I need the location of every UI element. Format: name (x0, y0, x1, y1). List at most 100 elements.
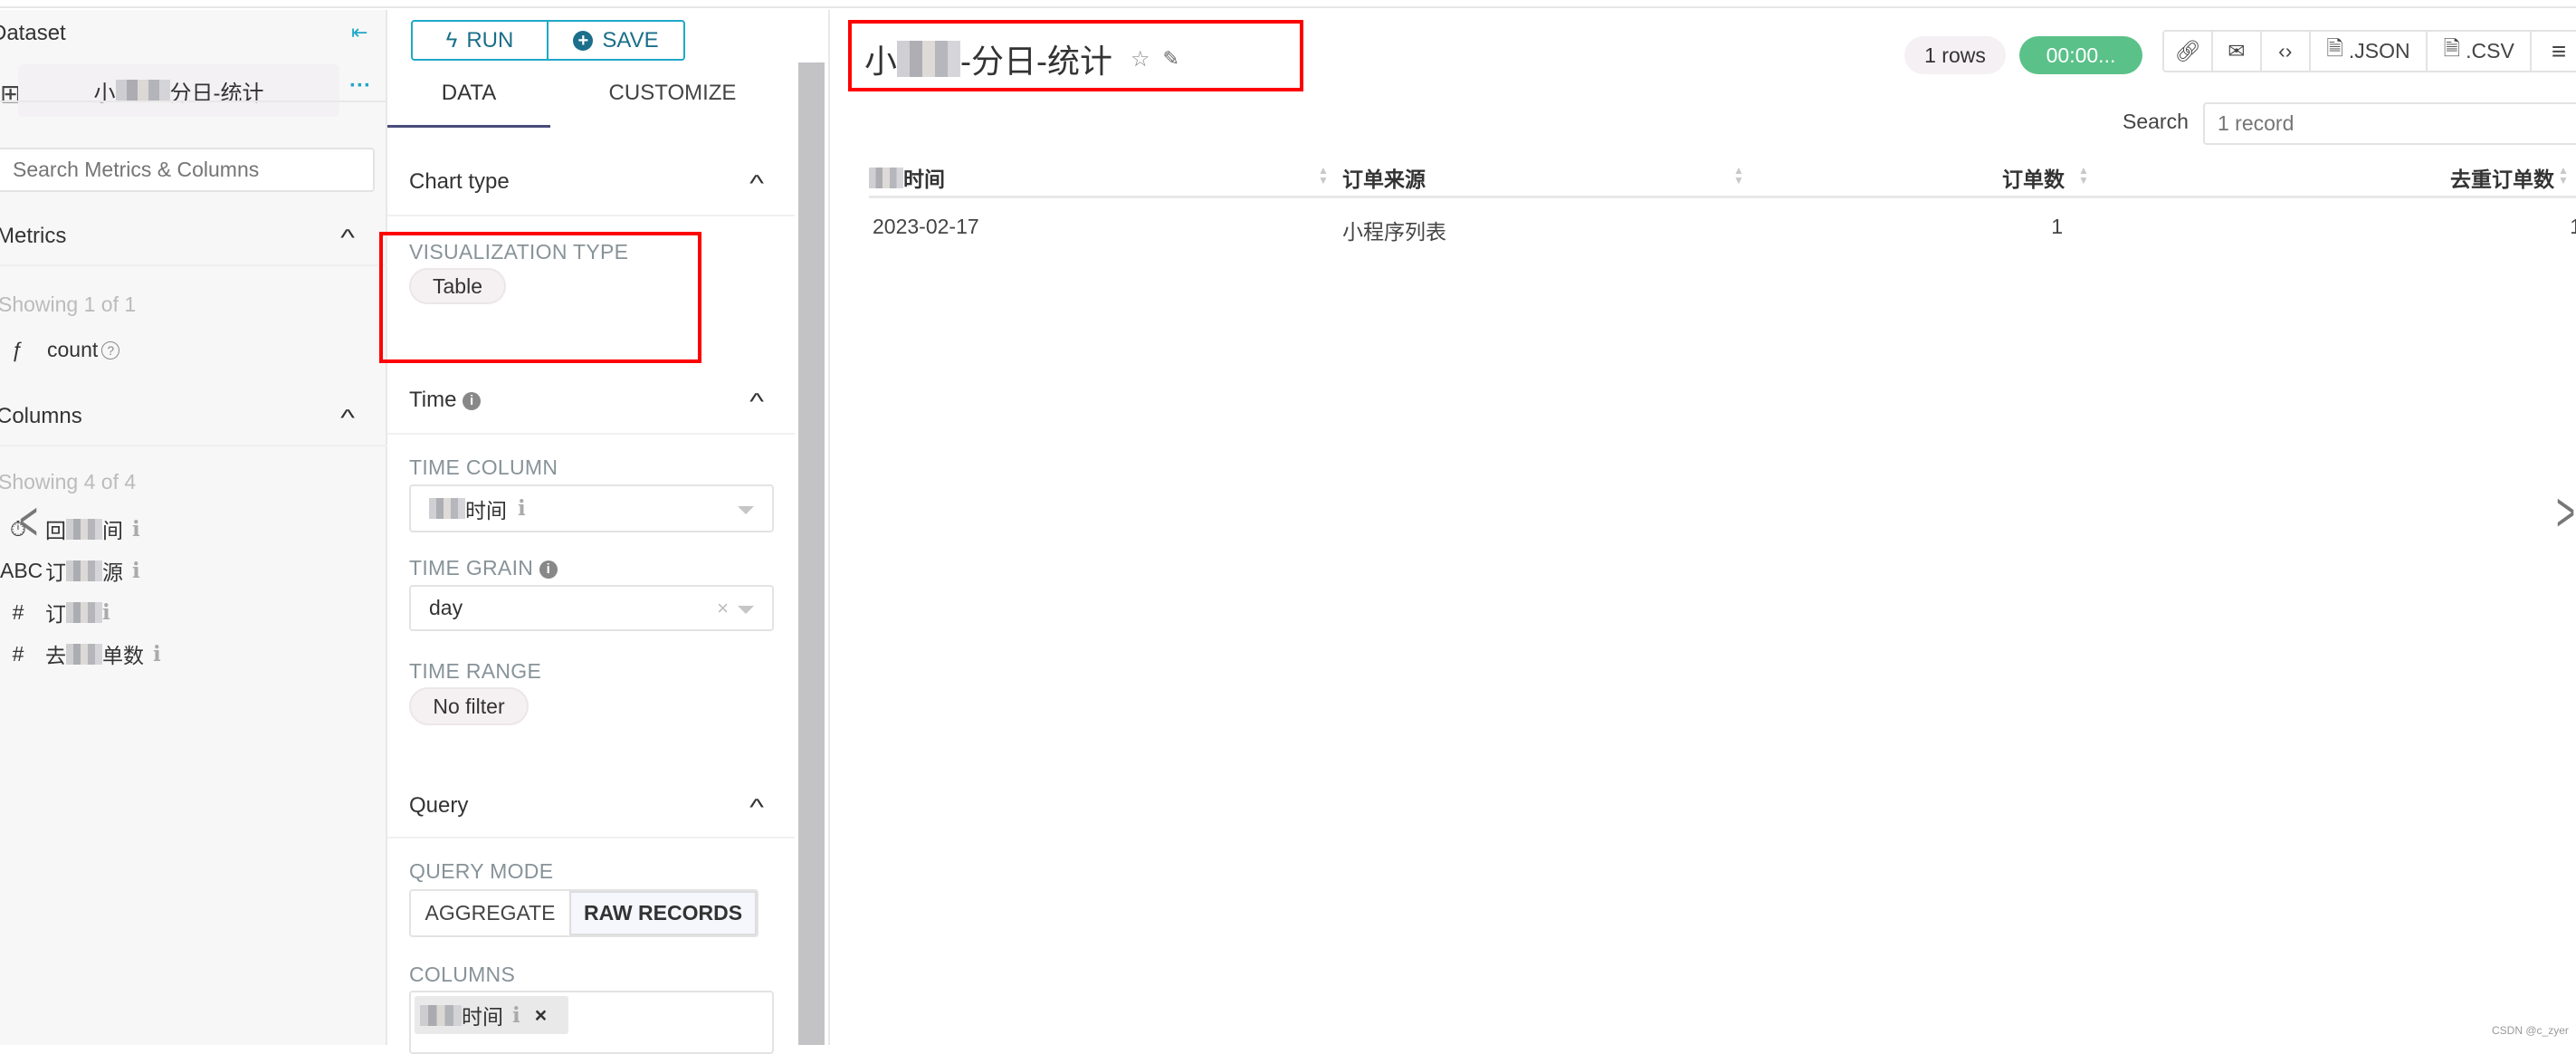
cell-orders: 1 (2051, 215, 2063, 238)
time-range-label: TIME RANGE (409, 659, 542, 683)
cell-source: 小程序列表 (1342, 220, 1446, 244)
redacted (66, 643, 102, 665)
menu-button[interactable]: ≡ (2532, 32, 2576, 71)
dropdown-caret-icon (738, 605, 754, 614)
column-header-orders[interactable]: 订单数 (2002, 162, 2065, 193)
redacted (420, 1004, 462, 1026)
search-metrics-input[interactable] (0, 148, 375, 192)
column-name-start: 去 (45, 644, 66, 667)
info-icon: i (512, 1002, 520, 1028)
time-grain-select[interactable]: day × (409, 585, 774, 631)
embed-code-button[interactable]: ‹› (2262, 32, 2311, 71)
column-header-distinct-orders[interactable]: 去重订单数 (2450, 162, 2554, 193)
dataset-name[interactable]: 小分日-统计 (18, 64, 339, 117)
sort-icon[interactable]: ▲ ▼ (1318, 165, 1329, 186)
redacted (66, 518, 102, 540)
csv-label: .CSV (2466, 39, 2514, 62)
columns-collapse-icon[interactable]: ^ (340, 404, 355, 432)
sort-icon[interactable]: ▲ ▼ (1733, 165, 1744, 186)
dataset-panel: Dataset ⇤ ⊞ 小分日-统计 ··· Metrics ^ Showing… (0, 10, 387, 1045)
time-column-select[interactable]: 时间 i (409, 484, 774, 532)
divider (387, 837, 795, 838)
hamburger-icon: ≡ (2551, 36, 2567, 65)
redacted (115, 80, 170, 101)
chart-panel: 小 -分日-统计 ☆ ✎ 1 rows 00:00... 🔗︎ ✉︎ ‹› 🗎︎.… (830, 10, 2576, 1045)
column-item[interactable]: ABC 订 源 i (0, 555, 161, 586)
string-type-icon: ABC (0, 558, 43, 582)
chart-type-title: Chart type (409, 169, 510, 194)
info-icon: i (518, 496, 526, 521)
export-csv-button[interactable]: 🗎︎ .CSV (2428, 32, 2533, 71)
title-prefix: 小 (864, 43, 898, 80)
metric-item[interactable]: ƒ count ? (11, 338, 120, 362)
more-options-icon[interactable]: ··· (349, 73, 371, 99)
info-icon: i (463, 391, 482, 410)
column-name-end: 单数 (102, 644, 144, 667)
time-title: Time (409, 388, 457, 412)
cell-distinct-orders: 1 (2570, 215, 2576, 238)
sort-icon[interactable]: ▲ ▼ (2558, 165, 2569, 186)
star-icon[interactable]: ☆ (1131, 46, 1150, 72)
column-item[interactable]: # 去 单数 i (0, 638, 161, 669)
dataset-label: Dataset (0, 21, 66, 45)
redacted (66, 560, 102, 581)
time-collapse-icon[interactable]: ^ (749, 388, 764, 416)
column-name-start: 订 (45, 561, 66, 584)
table-row: 2023-02-17 小程序列表 1 1 (869, 207, 2576, 247)
link-button[interactable]: 🔗︎ (2164, 32, 2213, 71)
table-search-input[interactable] (2203, 102, 2576, 145)
info-icon: i (153, 641, 161, 666)
column-name-start: 回 (45, 519, 66, 542)
redacted (429, 498, 465, 519)
divider (0, 445, 387, 446)
table-header: 时间 ▲ ▼ 订单来源 ▲ ▼ 订单数 ▲ ▼ 去重订单数 ▲ ▼ (869, 162, 2576, 198)
watermark: CSDN @c_zyer (2492, 1024, 2569, 1037)
query-collapse-icon[interactable]: ^ (749, 793, 764, 821)
numeric-type-icon: # (12, 599, 24, 624)
column-header-source[interactable]: 订单来源 (1342, 162, 1426, 193)
time-column-label: TIME COLUMN (409, 455, 558, 479)
column-chip: 时间 i × (415, 996, 568, 1034)
chart-type-collapse-icon[interactable]: ^ (749, 169, 764, 197)
visualization-type-button[interactable]: Table (409, 268, 506, 304)
carousel-next-icon[interactable]: > (2556, 481, 2575, 543)
edit-icon[interactable]: ✎ (1163, 47, 1179, 71)
carousel-prev-icon[interactable]: < (19, 490, 38, 552)
title-suffix: -分日-统计 (960, 43, 1112, 80)
info-icon: i (102, 599, 110, 625)
column-header-time[interactable]: 时间 (869, 162, 945, 193)
sort-icon[interactable]: ▲ ▼ (2078, 165, 2089, 186)
lightning-icon: ϟ (445, 27, 458, 53)
remove-chip-icon[interactable]: × (535, 1003, 547, 1028)
collapse-panel-icon[interactable]: ⇤ (351, 21, 367, 44)
aggregate-button[interactable]: AGGREGATE (411, 891, 569, 935)
code-icon: ‹› (2278, 39, 2293, 62)
tab-customize[interactable]: CUSTOMIZE (550, 73, 795, 128)
envelope-icon: ✉︎ (2228, 39, 2246, 62)
export-json-button[interactable]: 🗎︎ .JSON (2311, 32, 2428, 71)
email-button[interactable]: ✉︎ (2213, 32, 2262, 71)
query-mode-toggle: AGGREGATE RAW RECORDS (409, 889, 758, 937)
save-button[interactable]: + SAVE (549, 22, 683, 59)
column-item[interactable]: # 订 i (0, 597, 161, 628)
time-range-button[interactable]: No filter (409, 687, 529, 725)
metrics-collapse-icon[interactable]: ^ (340, 224, 355, 252)
save-label: SAVE (602, 27, 659, 53)
control-panel: ϟ RUN + SAVE DATA CUSTOMIZE Chart type ^ V… (379, 10, 830, 1054)
run-button[interactable]: ϟ RUN (413, 22, 549, 59)
dropdown-caret-icon (738, 505, 754, 514)
export-toolbar: 🔗︎ ✉︎ ‹› 🗎︎ .JSON 🗎︎ .CSV ≡ (2162, 30, 2576, 72)
chart-title: 小 -分日-统计 ☆ ✎ (864, 35, 1179, 82)
cell-time: 2023-02-17 (873, 215, 979, 238)
info-icon: i (539, 560, 558, 579)
raw-records-button[interactable]: RAW RECORDS (569, 891, 757, 935)
metrics-title: Metrics (0, 224, 67, 248)
columns-label: COLUMNS (409, 963, 516, 986)
tab-data[interactable]: DATA (387, 73, 550, 128)
clear-icon[interactable]: × (717, 597, 729, 620)
query-title: Query (409, 793, 469, 818)
redacted (66, 601, 102, 623)
redacted (897, 41, 961, 77)
scrollbar[interactable] (798, 62, 825, 1045)
json-label: .JSON (2348, 39, 2410, 62)
